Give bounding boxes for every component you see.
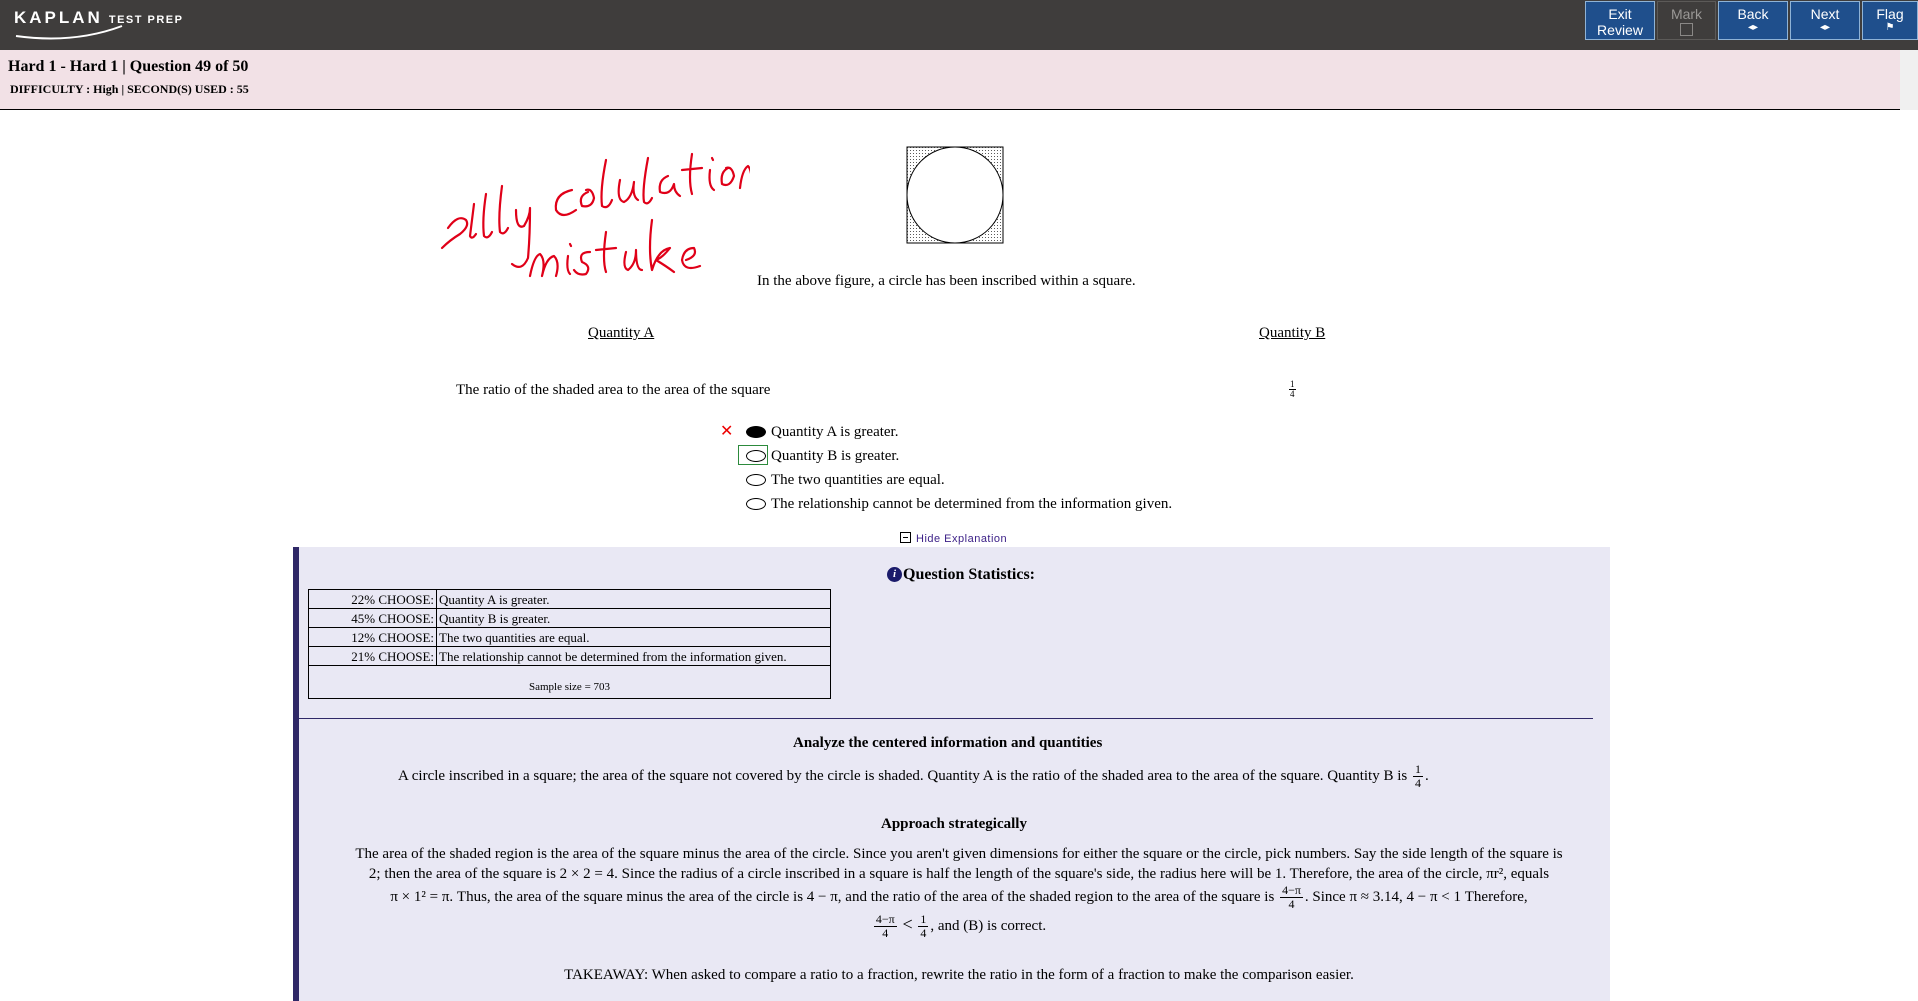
exit-review-button[interactable]: Exit Review: [1585, 1, 1655, 40]
kaplan-logo: KAPLAN TEST PREP: [14, 8, 183, 40]
table-row: 22% CHOOSE: Quantity A is greater.: [308, 589, 831, 609]
explanation-panel: i Question Statistics: 22% CHOOSE: Quantit…: [293, 547, 1610, 1001]
analyze-heading: Analyze the centered information and qua…: [793, 735, 1103, 751]
question-title: Hard 1 - Hard 1 | Question 49 of 50: [8, 58, 249, 75]
handwritten-annotation: [440, 152, 750, 278]
radio-c[interactable]: [746, 474, 766, 486]
back-button[interactable]: Back ◂▸: [1718, 1, 1788, 40]
radio-b[interactable]: [746, 450, 766, 462]
takeaway: TAKEAWAY: When asked to compare a ratio …: [564, 967, 1354, 983]
wrong-answer-icon: ✕: [720, 423, 734, 440]
flag-button[interactable]: Flag ⚑: [1862, 1, 1918, 40]
approach-paragraph: The area of the shaded region is the are…: [355, 846, 1563, 940]
next-button[interactable]: Next ◂▸: [1790, 1, 1860, 40]
quantity-b-fraction: 1 4: [1289, 379, 1296, 399]
back-arrow-icon: ◂▸: [1747, 22, 1759, 33]
hide-explanation-link[interactable]: Hide Explanation: [900, 531, 1007, 545]
logo-swoosh-icon: [15, 25, 123, 40]
quantity-b-header: Quantity B: [1259, 325, 1326, 341]
quantity-a-header: Quantity A: [588, 325, 655, 341]
table-row: 21% CHOOSE: The relationship cannot be de…: [308, 646, 831, 666]
flag-icon: ⚑: [1885, 22, 1895, 33]
analyze-paragraph: A circle inscribed in a square; the area…: [398, 762, 1429, 790]
mark-button[interactable]: Mark: [1657, 1, 1716, 40]
quantity-a-text: The ratio of the shaded area to the area…: [456, 382, 771, 398]
table-row: 12% CHOOSE: The two quantities are equal.: [308, 627, 831, 647]
scrollbar[interactable]: [1900, 50, 1918, 110]
statistics-table: 22% CHOOSE: Quantity A is greater. 45% CH…: [308, 589, 831, 699]
mark-checkbox[interactable]: [1680, 23, 1693, 36]
info-icon: i: [887, 567, 902, 582]
next-arrow-icon: ◂▸: [1819, 22, 1831, 33]
top-bar: KAPLAN TEST PREP Exit Review Mark Back ◂▸…: [0, 0, 1918, 50]
radio-d[interactable]: [746, 498, 766, 510]
collapse-icon: [900, 532, 911, 543]
question-info-bar: Hard 1 - Hard 1 | Question 49 of 50 DIFF…: [0, 50, 1918, 110]
question-statistics-title: i Question Statistics:: [887, 566, 1035, 584]
divider: [293, 718, 1593, 719]
difficulty-line: DIFFICULTY : High | SECOND(S) USED : 55: [10, 82, 249, 96]
table-row: 45% CHOOSE: Quantity B is greater.: [308, 608, 831, 628]
approach-heading: Approach strategically: [881, 816, 1027, 832]
radio-a[interactable]: [746, 426, 766, 438]
sample-size-row: Sample size = 703: [308, 665, 831, 699]
question-stem: In the above figure, a circle has been i…: [757, 273, 1136, 289]
inscribed-circle-figure: [906, 146, 1004, 244]
